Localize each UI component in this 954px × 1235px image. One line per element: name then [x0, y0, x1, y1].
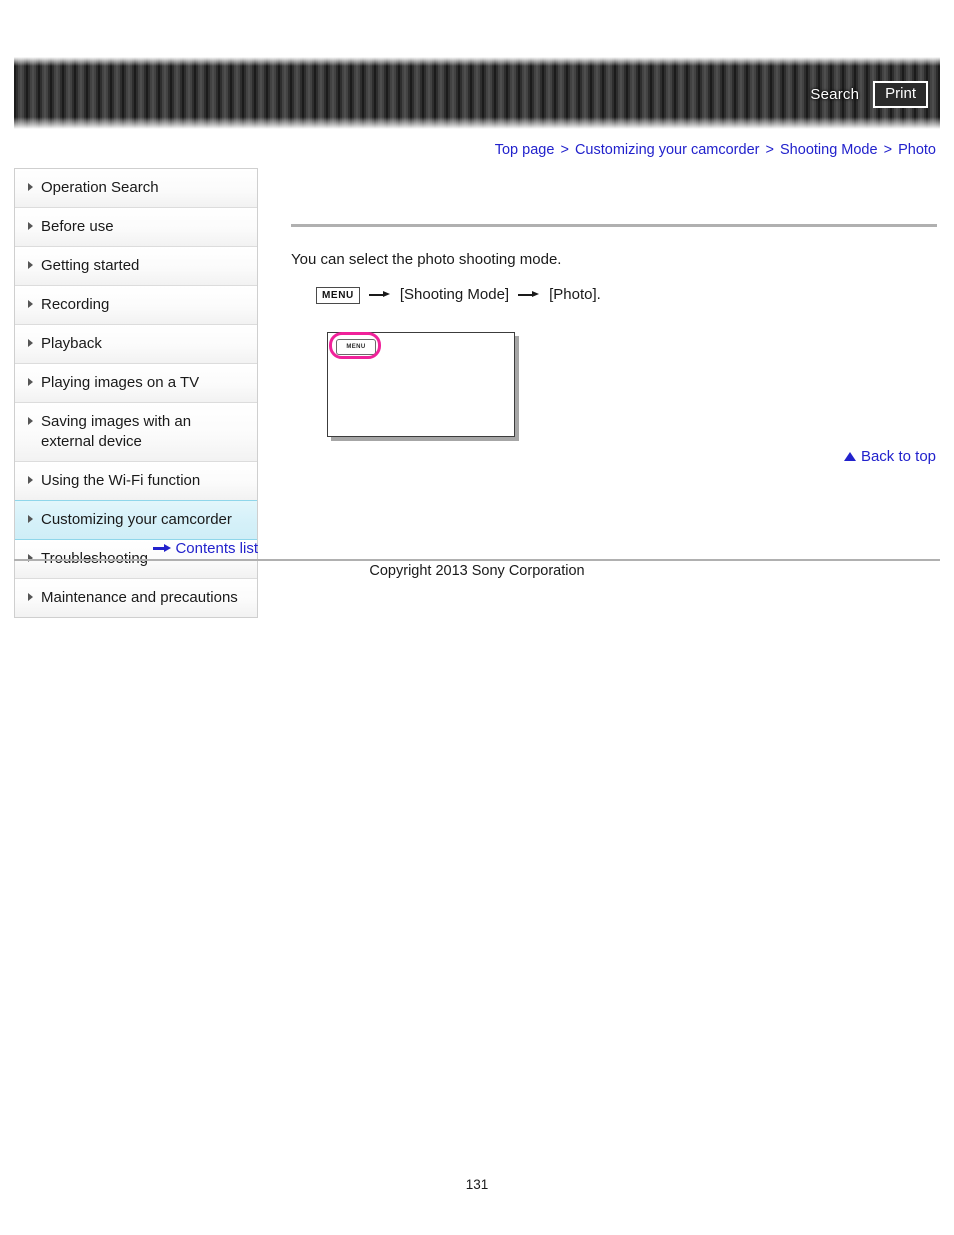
- sidebar-item-saving-images-external-device[interactable]: Saving images with an external device: [15, 403, 257, 462]
- sidebar-item-label: Getting started: [41, 257, 140, 274]
- sidebar-item-label: Customizing your camcorder: [41, 511, 232, 528]
- sidebar-item-getting-started[interactable]: Getting started: [15, 247, 257, 286]
- back-to-top-link[interactable]: Back to top: [843, 448, 936, 465]
- arrow-right-icon: [518, 290, 540, 300]
- camcorder-screen-illustration: MENU: [327, 332, 523, 444]
- breadcrumb-separator: >: [560, 142, 569, 158]
- breadcrumb-item-shooting-mode[interactable]: Shooting Mode: [780, 142, 878, 158]
- sidebar-item-playing-images-on-a-tv[interactable]: Playing images on a TV: [15, 364, 257, 403]
- header-actions: Search Print: [810, 81, 928, 108]
- triangle-right-icon: [28, 183, 33, 191]
- breadcrumb-separator: >: [765, 142, 774, 158]
- sidebar-item-playback[interactable]: Playback: [15, 325, 257, 364]
- sidebar-item-before-use[interactable]: Before use: [15, 208, 257, 247]
- contents-list-row: Contents list: [14, 540, 258, 557]
- lead-text: You can select the photo shooting mode.: [291, 251, 562, 268]
- triangle-right-icon: [28, 261, 33, 269]
- sidebar-item-label: Maintenance and precautions: [41, 589, 238, 606]
- header-banner: Search Print: [14, 57, 940, 129]
- breadcrumb-item-top-page[interactable]: Top page: [495, 142, 555, 158]
- footer-divider: [14, 559, 940, 561]
- sidebar-item-operation-search[interactable]: Operation Search: [15, 169, 257, 208]
- triangle-right-icon: [28, 515, 33, 523]
- sidebar-item-label: Using the Wi-Fi function: [41, 472, 201, 489]
- triangle-right-icon: [28, 417, 33, 425]
- screen-frame: MENU: [327, 332, 515, 437]
- copyright-text: Copyright 2013 Sony Corporation: [369, 563, 585, 579]
- content-divider: [291, 224, 937, 227]
- triangle-right-icon: [28, 222, 33, 230]
- sidebar-item-maintenance-and-precautions[interactable]: Maintenance and precautions: [15, 579, 257, 617]
- sidebar-item-recording[interactable]: Recording: [15, 286, 257, 325]
- print-button[interactable]: Print: [873, 81, 928, 108]
- breadcrumb-item-photo[interactable]: Photo: [898, 142, 936, 158]
- menu-path-instruction: MENU [Shooting Mode] [Photo].: [316, 285, 939, 305]
- sidebar-item-label: Saving images with an external device: [41, 413, 192, 450]
- sidebar-item-label: Recording: [41, 296, 110, 313]
- back-to-top-label: Back to top: [860, 448, 936, 465]
- arrow-right-icon: [153, 544, 172, 553]
- breadcrumb: Top page > Customizing your camcorder > …: [495, 142, 936, 158]
- menu-chip-icon: MENU: [316, 286, 360, 304]
- triangle-right-icon: [28, 339, 33, 347]
- sidebar-item-label: Before use: [41, 218, 114, 235]
- breadcrumb-item-customizing[interactable]: Customizing your camcorder: [575, 142, 760, 158]
- page-number: 131: [465, 1177, 489, 1192]
- sidebar-item-customizing-your-camcorder[interactable]: Customizing your camcorder: [15, 500, 257, 540]
- triangle-right-icon: [28, 300, 33, 308]
- triangle-right-icon: [28, 593, 33, 601]
- search-link[interactable]: Search: [810, 86, 859, 103]
- contents-list-link[interactable]: Contents list: [175, 540, 258, 557]
- triangle-right-icon: [28, 476, 33, 484]
- breadcrumb-separator: >: [883, 142, 893, 158]
- menu-path-step-1: [Shooting Mode]: [399, 286, 510, 303]
- triangle-up-icon: [843, 452, 856, 461]
- arrow-right-icon: [368, 290, 391, 300]
- sidebar-item-label: Playing images on a TV: [41, 374, 200, 391]
- sidebar-item-label: Playback: [41, 335, 102, 352]
- triangle-right-icon: [28, 378, 33, 386]
- sidebar-item-label: Operation Search: [41, 179, 159, 196]
- main-content: You can select the photo shooting mode. …: [291, 168, 939, 444]
- menu-path-step-2: [Photo].: [549, 286, 601, 303]
- sidebar-item-using-wifi-function[interactable]: Using the Wi-Fi function: [15, 462, 257, 501]
- screen-menu-button-icon: MENU: [336, 339, 376, 355]
